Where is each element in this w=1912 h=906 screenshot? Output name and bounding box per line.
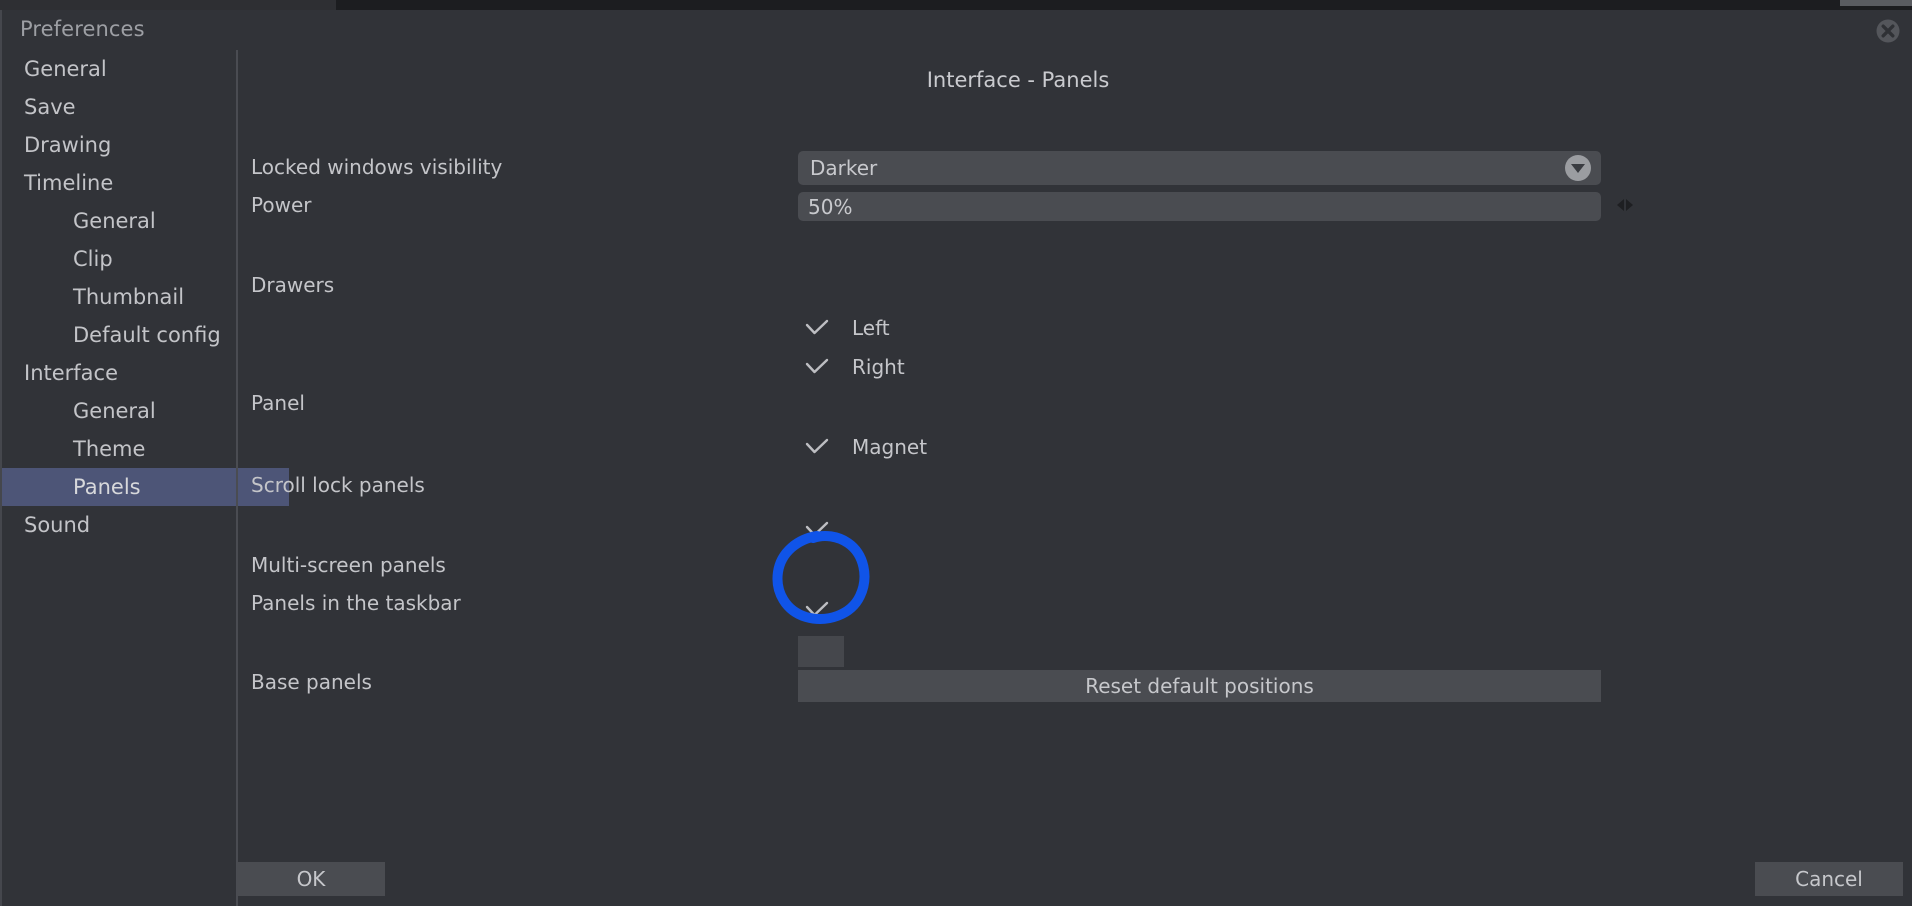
locked-windows-visibility-value: Darker <box>810 156 878 180</box>
sidebar-item-timeline-thumbnail[interactable]: Thumbnail <box>2 278 236 316</box>
sidebar-item-label: Clip <box>73 247 113 271</box>
cancel-button-label: Cancel <box>1795 867 1863 891</box>
sidebar-item-general[interactable]: General <box>2 50 236 88</box>
sidebar-item-timeline-general[interactable]: General <box>2 202 236 240</box>
sidebar-item-interface-theme[interactable]: Theme <box>2 430 236 468</box>
label-panels-in-the-taskbar: Panels in the taskbar <box>251 591 461 615</box>
panel-magnet-checkbox[interactable]: Magnet <box>798 432 927 462</box>
sidebar-item-timeline[interactable]: Timeline <box>2 164 236 202</box>
label-power: Power <box>251 193 312 217</box>
sidebar-item-label: Theme <box>73 437 146 461</box>
dialog-title: Preferences <box>20 17 145 41</box>
preferences-dialog: Preferences General Save Drawing Timelin… <box>0 10 1912 906</box>
sidebar-item-label: Panels <box>73 475 141 499</box>
sidebar-item-sound[interactable]: Sound <box>2 506 236 544</box>
sidebar-item-interface[interactable]: Interface <box>2 354 236 392</box>
sidebar-item-label: General <box>73 209 156 233</box>
ok-button-label: OK <box>296 867 326 891</box>
locked-windows-visibility-dropdown[interactable]: Darker <box>798 151 1601 185</box>
panel-magnet-label: Magnet <box>852 435 928 459</box>
sidebar-item-label: Sound <box>24 513 91 537</box>
sidebar-item-label: Interface <box>24 361 119 385</box>
sidebar-item-timeline-clip[interactable]: Clip <box>2 240 236 278</box>
ok-button[interactable]: OK <box>237 862 385 896</box>
multi-screen-panels-checkbox[interactable] <box>798 595 836 625</box>
desktop-strip-left <box>0 0 336 10</box>
checkmark-icon <box>798 313 836 343</box>
sidebar-item-drawing[interactable]: Drawing <box>2 126 236 164</box>
sidebar-item-label: General <box>73 399 156 423</box>
page-title: Interface - Panels <box>238 68 1912 92</box>
preferences-sidebar: General Save Drawing Timeline General Cl… <box>2 50 289 906</box>
panels-settings-pane: Interface - Panels Locked windows visibi… <box>237 50 1912 906</box>
power-input[interactable]: 50% <box>798 192 1601 221</box>
drawers-left-label: Left <box>852 316 890 340</box>
chevron-down-circle-icon[interactable] <box>1565 155 1591 181</box>
sidebar-item-label: Default config <box>73 323 221 347</box>
desktop-background-strip <box>0 0 1912 10</box>
sidebar-item-label: Thumbnail <box>73 285 185 309</box>
checkmark-icon <box>798 352 836 382</box>
label-multi-screen-panels: Multi-screen panels <box>251 553 446 577</box>
cancel-button[interactable]: Cancel <box>1755 862 1903 896</box>
drawers-left-checkbox[interactable]: Left <box>798 313 890 343</box>
desktop-strip-right <box>336 0 1912 10</box>
reset-default-positions-button[interactable]: Reset default positions <box>798 670 1601 702</box>
desktop-strip-accent <box>1840 0 1912 6</box>
drawers-right-label: Right <box>852 355 905 379</box>
close-circle-icon[interactable] <box>1875 18 1901 44</box>
page-title-text: Interface - Panels <box>926 68 1110 92</box>
checkmark-icon <box>798 595 836 625</box>
sidebar-item-label: Drawing <box>24 133 112 157</box>
label-scroll-lock-panels: Scroll lock panels <box>251 473 425 497</box>
sidebar-item-interface-general[interactable]: General <box>2 392 236 430</box>
checkmark-icon <box>798 432 836 462</box>
label-base-panels: Base panels <box>251 670 372 694</box>
label-panel: Panel <box>251 391 305 415</box>
reset-default-positions-label: Reset default positions <box>1085 674 1314 698</box>
sidebar-item-timeline-default-config[interactable]: Default config <box>2 316 236 354</box>
scroll-lock-panels-checkbox[interactable] <box>798 515 836 545</box>
drawers-right-checkbox[interactable]: Right <box>798 352 905 382</box>
power-value: 50% <box>808 194 853 219</box>
panels-in-the-taskbar-checkbox[interactable] <box>798 636 844 667</box>
checkmark-icon <box>798 515 836 545</box>
dialog-titlebar: Preferences <box>2 10 1912 50</box>
sidebar-item-label: Save <box>24 95 76 119</box>
right-arrow-icon[interactable] <box>1626 199 1633 211</box>
sidebar-item-label: General <box>24 57 107 81</box>
sidebar-item-save[interactable]: Save <box>2 88 236 126</box>
label-locked-windows-visibility: Locked windows visibility <box>251 155 503 179</box>
sidebar-item-label: Timeline <box>24 171 114 195</box>
label-drawers: Drawers <box>251 273 335 297</box>
power-stepper[interactable] <box>1617 199 1633 211</box>
left-arrow-icon[interactable] <box>1617 199 1624 211</box>
